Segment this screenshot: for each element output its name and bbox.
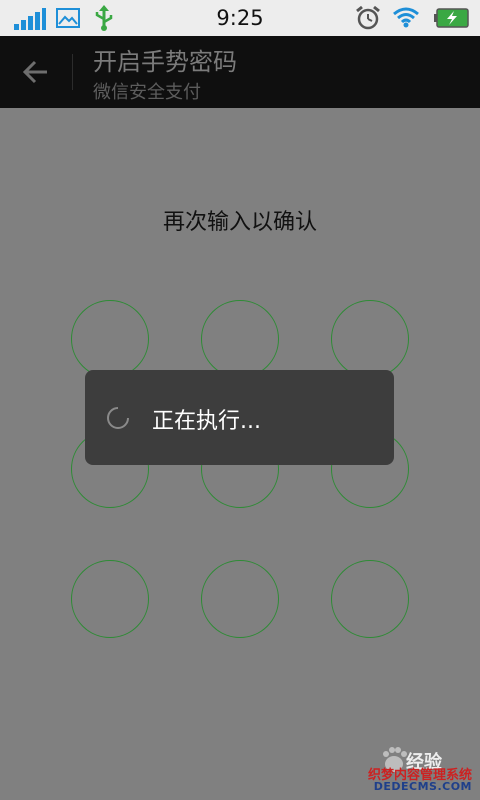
pattern-dot-7[interactable]: [71, 560, 149, 638]
dede-watermark-line2: DEDECMS.COM: [373, 780, 472, 793]
pattern-dot-9[interactable]: [331, 560, 409, 638]
pattern-dot-1[interactable]: [71, 300, 149, 378]
pattern-dot-3[interactable]: [331, 300, 409, 378]
pattern-dot-8[interactable]: [201, 560, 279, 638]
pattern-dot-2[interactable]: [201, 300, 279, 378]
loading-spinner-icon: [107, 407, 129, 429]
progress-message: 正在执行...: [152, 409, 261, 434]
progress-dialog: 正在执行...: [85, 370, 394, 465]
